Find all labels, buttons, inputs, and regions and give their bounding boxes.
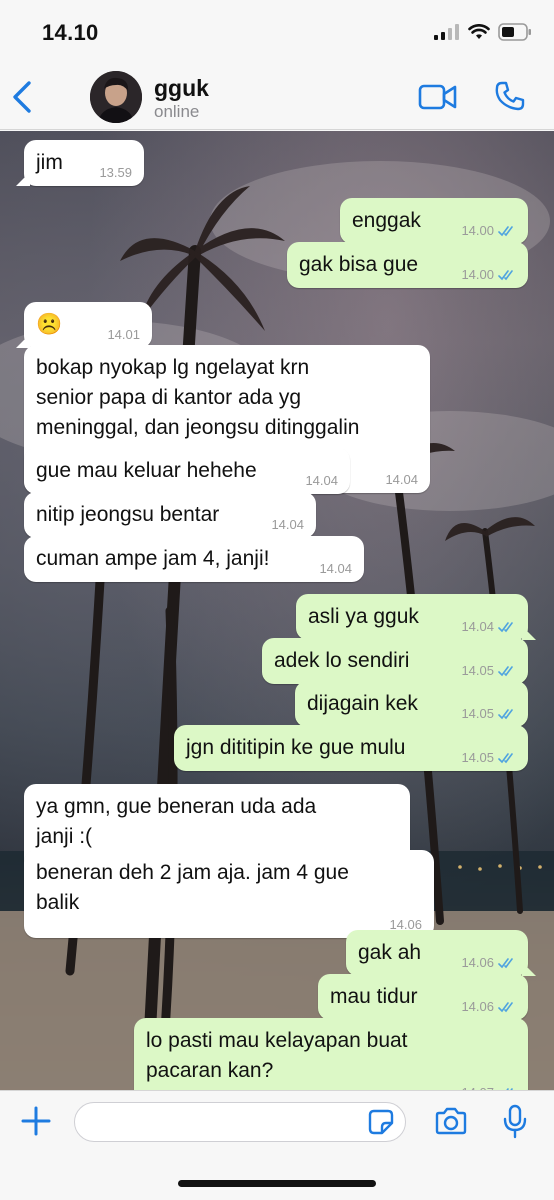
message-timestamp: 14.04 [461, 619, 494, 634]
wifi-icon [468, 23, 490, 45]
incoming-message[interactable]: ☹️ 14.01 [16, 302, 152, 348]
video-call-button[interactable] [418, 83, 458, 111]
incoming-message[interactable]: gue mau keluar hehehe 14.04 [24, 448, 350, 494]
back-button[interactable] [10, 80, 38, 114]
status-time: 14.10 [42, 20, 99, 45]
phone-icon [495, 81, 525, 111]
incoming-message[interactable]: cuman ampe jam 4, janji! 14.04 [24, 536, 364, 582]
bubble-tail [522, 962, 536, 976]
outgoing-message[interactable]: enggak 14.00 [340, 198, 528, 244]
status-icons [434, 22, 532, 46]
message-time: 14.04 [461, 620, 516, 634]
outgoing-message[interactable]: gak bisa gue 14.00 [287, 242, 528, 288]
message-time: 14.00 [461, 268, 516, 282]
message-time: 14.06 [461, 956, 516, 970]
message-input[interactable] [74, 1102, 406, 1142]
chat-area[interactable]: jim 13.59 enggak 14.00 gak bisa gue 14.00 ☹️ 14… [0, 131, 554, 1090]
message-text: beneran deh 2 jam aja. jam 4 gue balik [36, 861, 349, 914]
sticker-icon [368, 1109, 394, 1135]
message-time: 13.59 [99, 166, 132, 180]
message-time: 14.04 [319, 562, 352, 576]
message-time: 14.04 [305, 474, 338, 488]
message-text: mau tidur [330, 985, 418, 1008]
voice-call-button[interactable] [494, 80, 526, 112]
signal-icon [434, 23, 460, 45]
message-timestamp: 14.00 [461, 223, 494, 238]
read-ticks-icon [498, 1002, 513, 1013]
message-time: 14.05 [461, 751, 516, 765]
microphone-icon [503, 1104, 527, 1139]
message-time: 14.04 [385, 473, 418, 487]
message-text: asli ya gguk [308, 605, 419, 628]
message-timestamp: 14.04 [319, 561, 352, 576]
outgoing-message[interactable]: lo pasti mau kelayapan buat pacaran kan?… [134, 1018, 528, 1090]
chat-header: gguk online [0, 64, 554, 130]
back-chevron-icon [13, 81, 31, 113]
bubble-tail [16, 172, 30, 186]
message-text: nitip jeongsu bentar [36, 503, 220, 526]
message-timestamp: 14.06 [461, 999, 494, 1014]
message-timestamp: 13.59 [99, 165, 132, 180]
read-ticks-icon [498, 622, 513, 633]
outgoing-message[interactable]: jgn dititipin ke gue mulu 14.05 [174, 725, 528, 771]
message-text: dijagain kek [307, 692, 418, 715]
message-text: gak bisa gue [299, 253, 419, 276]
message-text: enggak [352, 209, 421, 232]
message-text: adek lo sendiri [274, 649, 410, 672]
message-timestamp: 14.06 [461, 955, 494, 970]
camera-icon [435, 1107, 467, 1135]
attach-button[interactable] [20, 1105, 52, 1137]
message-timestamp: 14.05 [461, 750, 494, 765]
status-bar: 14.10 [0, 0, 554, 64]
message-timestamp: 14.01 [107, 327, 140, 342]
contact-name[interactable]: gguk [154, 75, 209, 102]
bubble-tail [522, 626, 536, 640]
message-time: 14.05 [461, 664, 516, 678]
read-ticks-icon [498, 753, 513, 764]
message-text: gue mau keluar hehehe [36, 459, 257, 482]
battery-icon [498, 22, 532, 46]
read-ticks-icon [498, 709, 513, 720]
message-timestamp: 14.04 [305, 473, 338, 488]
video-call-icon [418, 84, 457, 110]
message-time: 14.05 [461, 707, 516, 721]
plus-icon [21, 1106, 51, 1136]
home-indicator [178, 1180, 376, 1187]
read-ticks-icon [498, 226, 513, 237]
sticker-button[interactable] [368, 1109, 394, 1135]
message-text: gak ah [358, 941, 422, 964]
incoming-message[interactable]: nitip jeongsu bentar 14.04 [24, 492, 316, 538]
message-timestamp: 14.00 [461, 267, 494, 282]
message-text: jim [36, 151, 63, 174]
contact-avatar[interactable] [90, 71, 142, 123]
read-ticks-icon [498, 666, 513, 677]
message-text: cuman ampe jam 4, janji! [36, 547, 270, 570]
camera-button[interactable] [434, 1107, 468, 1135]
microphone-button[interactable] [502, 1104, 528, 1140]
message-time: 14.01 [107, 328, 140, 342]
message-timestamp: 14.05 [461, 706, 494, 721]
outgoing-message[interactable]: adek lo sendiri 14.05 [262, 638, 528, 684]
message-time: 14.06 [461, 1000, 516, 1014]
message-text: jgn dititipin ke gue mulu [186, 736, 406, 759]
outgoing-message[interactable]: gak ah 14.06 [346, 930, 536, 976]
outgoing-message[interactable]: dijagain kek 14.05 [295, 681, 528, 727]
message-timestamp: 14.04 [385, 472, 418, 487]
message-text: ya gmn, gue beneran uda ada janji :( [36, 795, 317, 848]
message-text: ☹️ [36, 313, 63, 336]
outgoing-message[interactable]: asli ya gguk 14.04 [296, 594, 536, 640]
message-time: 14.04 [271, 518, 304, 532]
contact-status: online [154, 102, 200, 121]
message-timestamp: 14.04 [271, 517, 304, 532]
outgoing-message[interactable]: mau tidur 14.06 [318, 974, 528, 1020]
read-ticks-icon [498, 270, 513, 281]
message-timestamp: 14.05 [461, 663, 494, 678]
incoming-message[interactable]: beneran deh 2 jam aja. jam 4 gue balik 14… [24, 850, 434, 938]
message-time: 14.00 [461, 224, 516, 238]
message-text: lo pasti mau kelayapan buat pacaran kan? [146, 1029, 408, 1082]
read-ticks-icon [498, 958, 513, 969]
bubble-tail [16, 334, 30, 348]
incoming-message[interactable]: jim 13.59 [16, 140, 144, 186]
